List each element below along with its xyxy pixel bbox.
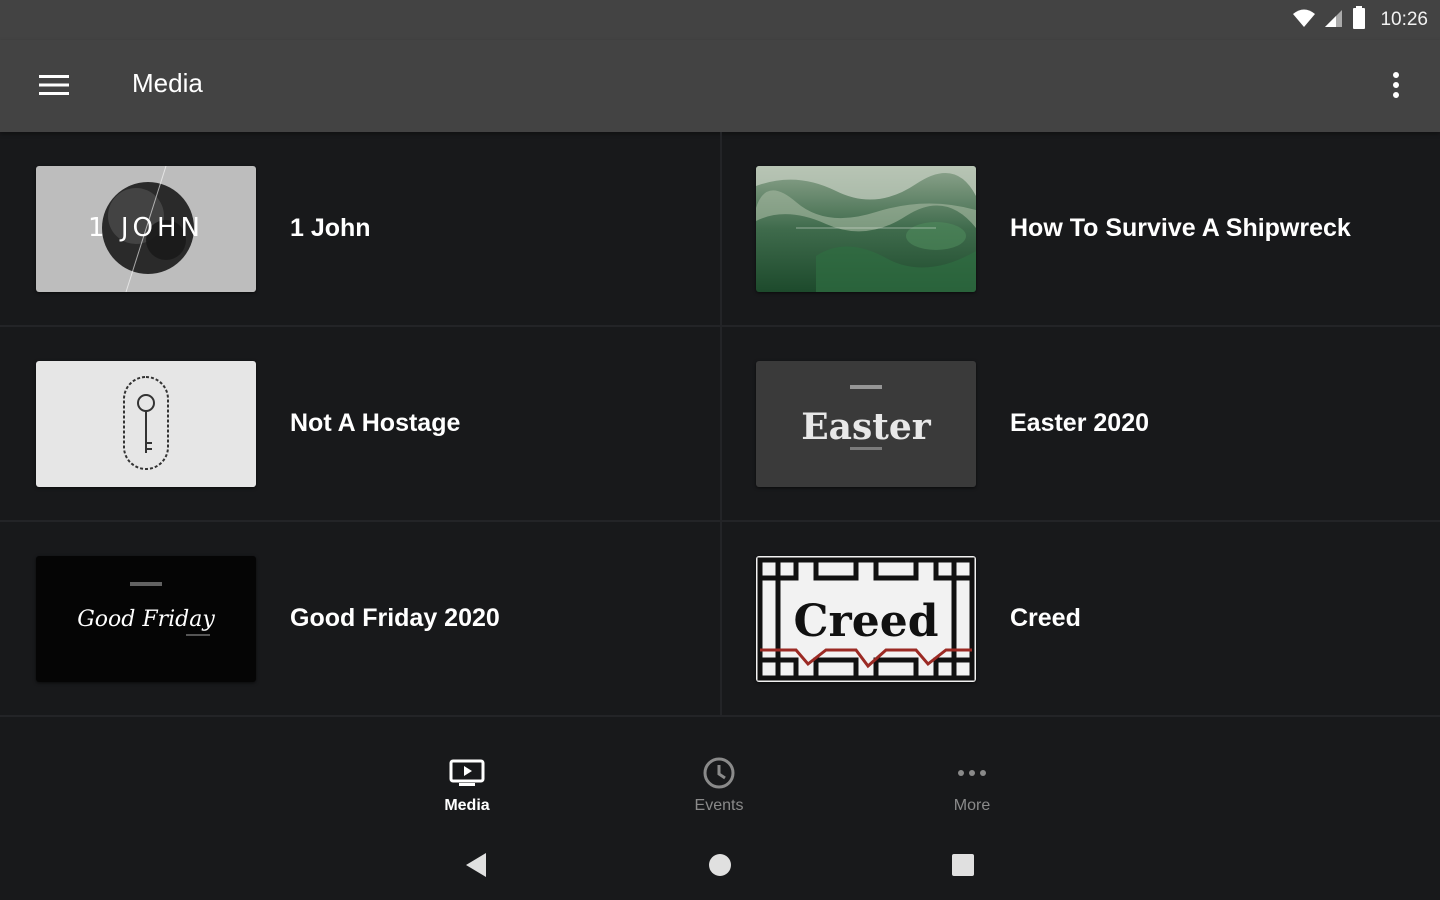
status-bar: 10:26 — [0, 0, 1440, 40]
media-thumbnail: 1 JOHN — [36, 166, 256, 292]
nav-label: Media — [444, 797, 490, 814]
media-item-easter-2020[interactable]: Easter Easter 2020 — [720, 327, 1440, 522]
back-icon[interactable] — [456, 847, 496, 883]
thumb-text: Good Friday — [77, 607, 215, 632]
media-item-title: Easter 2020 — [1010, 409, 1150, 437]
nav-tab-more[interactable]: More — [912, 755, 1032, 825]
media-item-title: 1 John — [290, 214, 371, 242]
media-item-title: How To Survive A Shipwreck — [1010, 214, 1351, 242]
app-bar: Media — [0, 40, 1440, 132]
status-icons: 10:26 — [1292, 5, 1428, 35]
battery-icon — [1352, 5, 1366, 35]
media-item-title: Good Friday 2020 — [290, 604, 500, 632]
media-item-title: Creed — [1010, 604, 1081, 632]
page-title: Media — [132, 68, 203, 98]
wifi-icon — [1292, 8, 1316, 33]
status-time: 10:26 — [1380, 9, 1428, 30]
media-thumbnail: Good Friday — [36, 556, 256, 682]
clock-icon — [702, 755, 736, 791]
media-thumbnail — [36, 361, 256, 487]
media-item-not-a-hostage[interactable]: Not A Hostage — [0, 327, 720, 522]
media-item-1-john[interactable]: 1 JOHN 1 John — [0, 132, 720, 327]
nav-label: More — [953, 797, 991, 814]
thumb-text: 1 JOHN — [88, 213, 204, 243]
thumb-text: Easter — [801, 406, 932, 448]
media-thumbnail — [756, 166, 976, 292]
app-screen: 10:26 Media 1 JOHN 1 John How To Survive… — [0, 0, 1440, 900]
nav-tab-media[interactable]: Media — [407, 755, 527, 825]
thumb-text: Creed — [794, 596, 939, 647]
media-thumbnail: Creed — [756, 556, 976, 682]
system-navigation-bar — [0, 827, 1440, 900]
media-thumbnail: Easter — [756, 361, 976, 487]
media-grid: 1 JOHN 1 John How To Survive A Shipwreck… — [0, 132, 1440, 742]
hamburger-menu-icon[interactable] — [24, 62, 84, 108]
home-icon[interactable] — [700, 847, 740, 883]
nav-tab-events[interactable]: Events — [659, 755, 779, 825]
media-tv-icon — [449, 755, 485, 791]
media-item-title: Not A Hostage — [290, 409, 461, 437]
media-item-good-friday-2020[interactable]: Good Friday Good Friday 2020 — [0, 522, 720, 717]
nav-label: Events — [694, 797, 744, 814]
more-vert-icon[interactable] — [1376, 62, 1416, 108]
more-horiz-icon — [957, 755, 987, 791]
recents-icon[interactable] — [943, 847, 983, 883]
media-item-creed[interactable]: Creed Creed — [720, 522, 1440, 717]
signal-icon — [1324, 8, 1344, 33]
bottom-navigation: Media Events More — [0, 717, 1440, 827]
media-item-shipwreck[interactable]: How To Survive A Shipwreck — [720, 132, 1440, 327]
